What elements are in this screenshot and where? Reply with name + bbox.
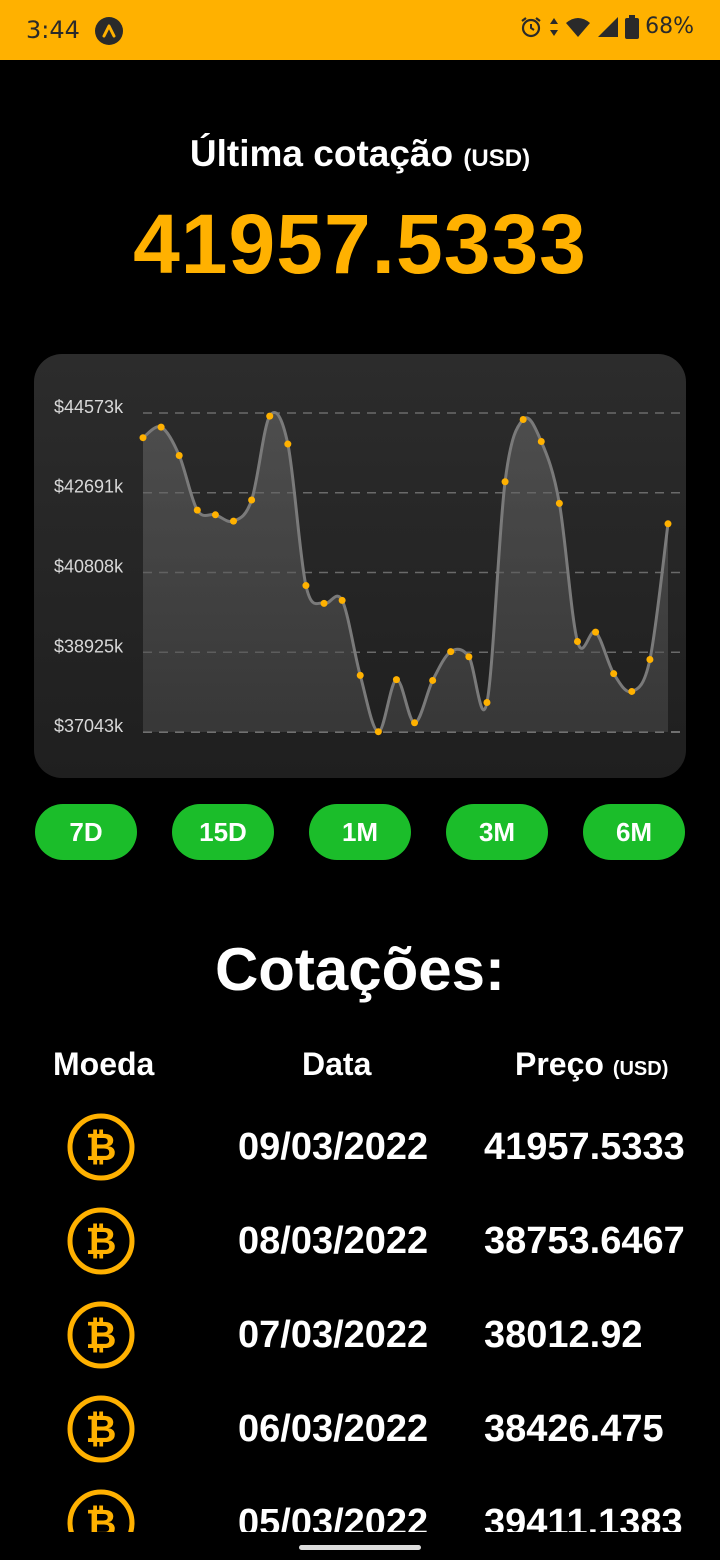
column-header-coin: Moeda: [53, 1046, 155, 1082]
y-tick-label: $37043k: [54, 716, 124, 736]
data-point: [175, 451, 183, 459]
data-point: [519, 415, 527, 423]
data-point: [139, 434, 147, 442]
latest-price: 41957.5333: [133, 197, 587, 291]
signal-icon: [597, 16, 619, 38]
data-point: [356, 671, 364, 679]
wifi-icon: [565, 16, 591, 38]
y-tick-label: $44573k: [54, 397, 124, 417]
data-point: [411, 719, 419, 727]
bitcoin-icon: ₿: [67, 1301, 135, 1369]
svg-text:₿: ₿: [86, 1315, 117, 1357]
range-button-1m[interactable]: 1M: [309, 804, 411, 860]
data-point: [628, 687, 636, 695]
table-row: ₿ 07/03/2022 38012.92: [0, 1288, 720, 1380]
range-button-7d[interactable]: 7D: [35, 804, 137, 860]
y-tick-label: $40808k: [54, 557, 124, 577]
column-header-price-unit: (USD): [612, 1058, 669, 1080]
bitcoin-icon: ₿: [67, 1207, 135, 1275]
data-point: [374, 728, 382, 736]
price-chart-svg: $44573k $42691k $40808k $38925k $37043k: [54, 397, 686, 736]
data-point: [573, 637, 581, 645]
data-point: [555, 499, 563, 507]
status-bar: 3:44 68%: [0, 0, 720, 60]
page-title: Última cotação (USD): [0, 133, 720, 175]
bitcoin-icon: ₿: [67, 1395, 135, 1463]
data-point: [284, 440, 292, 448]
data-point: [248, 496, 256, 504]
y-tick-label: $38925k: [54, 636, 124, 656]
table-row: ₿ 05/03/2022 39411.1383: [0, 1476, 720, 1532]
price-chart: $44573k $42691k $40808k $38925k $37043k: [34, 354, 686, 778]
table-row: ₿ 09/03/2022 41957.5333: [0, 1100, 720, 1192]
data-point: [338, 596, 346, 604]
row-price: 38012.92: [484, 1314, 643, 1356]
data-point: [193, 506, 201, 514]
data-point: [429, 676, 437, 684]
status-icons: 68%: [519, 14, 694, 39]
data-point: [320, 599, 328, 607]
data-point: [592, 628, 600, 636]
data-point: [610, 670, 618, 678]
data-point: [447, 648, 455, 656]
data-point: [302, 582, 310, 590]
row-date: 05/03/2022: [238, 1502, 429, 1532]
svg-text:₿: ₿: [86, 1127, 117, 1169]
battery-icon: [625, 14, 640, 39]
range-selector: 7D 15D 1M 3M 6M: [35, 804, 685, 860]
bitcoin-icon: ₿: [67, 1113, 135, 1181]
data-point: [157, 423, 165, 431]
app-screen: 3:44 68% Última cotação (USD) 41957.5333…: [0, 0, 720, 1560]
status-time: 3:44: [26, 16, 80, 44]
data-point: [501, 478, 509, 486]
data-point: [465, 653, 473, 661]
data-arrows-icon: [549, 16, 559, 38]
svg-text:₿: ₿: [86, 1503, 117, 1532]
data-point: [266, 412, 274, 420]
page-title-unit: (USD): [463, 145, 531, 172]
table-row: ₿ 08/03/2022 38753.6467: [0, 1194, 720, 1286]
row-price: 38753.6467: [484, 1220, 685, 1262]
quotes-list[interactable]: ₿ 09/03/2022 41957.5333 ₿ 08/03/2022 387…: [0, 1100, 720, 1532]
column-header-date: Data: [302, 1046, 372, 1082]
column-header-price-label: Preço: [515, 1046, 604, 1082]
battery-percentage: 68%: [645, 14, 694, 39]
app-notification-icon: [95, 17, 123, 45]
alarm-icon: [519, 15, 543, 39]
data-point: [537, 438, 545, 446]
quotes-section-title: Cotações:: [214, 936, 506, 1003]
home-indicator[interactable]: [299, 1545, 421, 1550]
row-date: 08/03/2022: [238, 1220, 429, 1262]
row-price: 39411.1383: [484, 1502, 683, 1532]
data-point: [211, 511, 219, 519]
y-tick-label: $42691k: [54, 477, 124, 497]
data-point: [230, 517, 238, 525]
range-button-15d[interactable]: 15D: [172, 804, 274, 860]
row-price: 38426.475: [484, 1408, 664, 1450]
page-title-text: Última cotação: [189, 133, 454, 174]
data-point: [664, 520, 672, 528]
column-header-price: Preço (USD): [515, 1046, 668, 1083]
row-date: 09/03/2022: [238, 1126, 429, 1168]
data-point: [483, 698, 491, 706]
svg-text:₿: ₿: [86, 1221, 117, 1263]
range-button-3m[interactable]: 3M: [446, 804, 548, 860]
data-point: [646, 656, 654, 664]
row-date: 06/03/2022: [238, 1408, 429, 1450]
table-row: ₿ 06/03/2022 38426.475: [0, 1382, 720, 1474]
row-price: 41957.5333: [484, 1126, 685, 1168]
svg-text:₿: ₿: [86, 1409, 117, 1451]
bitcoin-icon: ₿: [67, 1489, 135, 1532]
row-date: 07/03/2022: [238, 1314, 429, 1356]
data-point: [392, 676, 400, 684]
range-button-6m[interactable]: 6M: [583, 804, 685, 860]
